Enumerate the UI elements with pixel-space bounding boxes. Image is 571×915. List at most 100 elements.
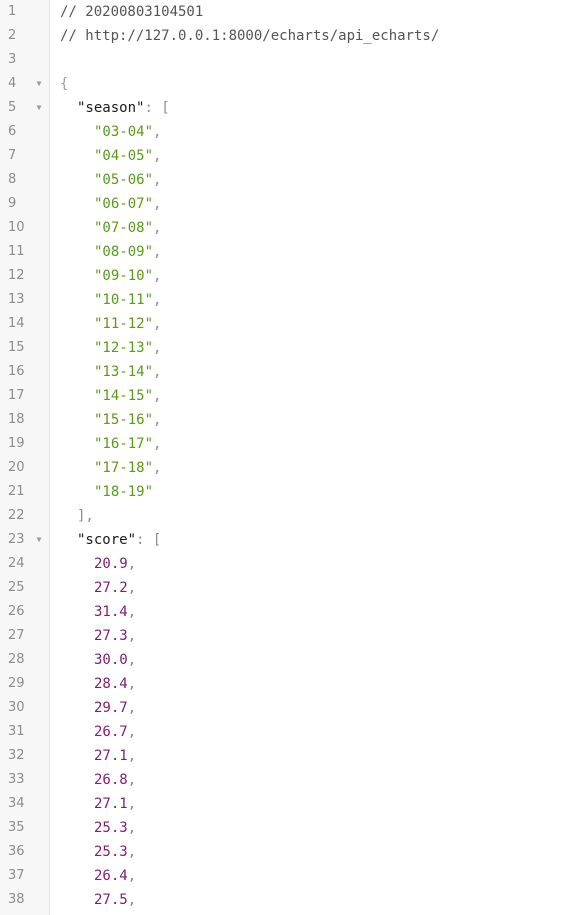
code-content: "06-07",: [94, 192, 161, 216]
json-viewer: 1 // 20200803104501 2 // http://127.0.0.1:8…: [0, 0, 571, 915]
punctuation-token: ,: [153, 388, 162, 404]
code-content: 30.0,: [94, 648, 136, 672]
punctuation-token: : [: [136, 532, 162, 548]
fold-triangle-down-icon[interactable]: ▼: [33, 528, 45, 552]
code-line: 33 26.8,: [0, 768, 571, 792]
code-content: 27.1,: [94, 792, 136, 816]
line-number: 22: [8, 508, 25, 523]
fold-triangle-down-icon[interactable]: ▼: [33, 96, 45, 120]
string-token: "13-14": [94, 364, 154, 380]
code-line: 11 "08-09",: [0, 240, 571, 264]
code-content: "14-15",: [94, 384, 161, 408]
code-content: "17-18",: [94, 456, 161, 480]
code-content: 26.7,: [94, 720, 136, 744]
punctuation-token: ,: [127, 772, 137, 788]
number-token: 27.1: [94, 796, 128, 812]
punctuation-token: : [: [144, 100, 170, 116]
code-line: 8 "05-06",: [0, 168, 571, 192]
line-number: 10: [8, 220, 25, 235]
code-line: 9 "06-07",: [0, 192, 571, 216]
code-line: 17 "14-15",: [0, 384, 571, 408]
code-content: // http://127.0.0.1:8000/echarts/api_ech…: [60, 24, 439, 48]
punctuation-token: ,: [127, 844, 137, 860]
line-number: 26: [8, 604, 25, 619]
code-line: 20 "17-18",: [0, 456, 571, 480]
number-token: 26.8: [94, 772, 128, 788]
punctuation-token: ,: [127, 796, 137, 812]
code-content: "11-12",: [94, 312, 161, 336]
punctuation-token: ,: [153, 220, 162, 236]
code-line: 24 20.9,: [0, 552, 571, 576]
line-number: 15: [8, 340, 25, 355]
brace-token: {: [60, 76, 69, 92]
line-number: 27: [8, 628, 25, 643]
punctuation-token: ,: [153, 436, 162, 452]
code-line: 22],: [0, 504, 571, 528]
number-token: 20.9: [94, 556, 128, 572]
number-token: 31.4: [94, 604, 128, 620]
line-number: 31: [8, 724, 25, 739]
code-content: 29.7,: [94, 696, 136, 720]
code-content: "03-04",: [94, 120, 161, 144]
number-token: 25.3: [94, 844, 128, 860]
code-line: 10 "07-08",: [0, 216, 571, 240]
string-token: "17-18": [94, 460, 154, 476]
code-line: 18 "15-16",: [0, 408, 571, 432]
string-token: "09-10": [94, 268, 154, 284]
code-line: 12 "09-10",: [0, 264, 571, 288]
punctuation-token: ,: [127, 892, 137, 908]
code-line: 7 "04-05",: [0, 144, 571, 168]
code-content: 26.4,: [94, 864, 136, 888]
code-line: 2 // http://127.0.0.1:8000/echarts/api_ec…: [0, 24, 571, 48]
code-content: 28.4,: [94, 672, 136, 696]
line-number: 33: [8, 772, 25, 787]
code-line: 32 27.1,: [0, 744, 571, 768]
string-token: "07-08": [94, 220, 154, 236]
code-line: 3: [0, 48, 571, 72]
code-line: 27 27.3,: [0, 624, 571, 648]
line-number: 2: [8, 28, 17, 43]
line-number: 13: [8, 292, 25, 307]
fold-triangle-down-icon[interactable]: ▼: [33, 72, 45, 96]
punctuation-token: ,: [153, 148, 162, 164]
code-content: "score": [: [77, 528, 161, 552]
line-number: 37: [8, 868, 25, 883]
line-number: 21: [8, 484, 25, 499]
line-number: 28: [8, 652, 25, 667]
code-content: // 20200803104501: [60, 0, 203, 24]
code-line: 21 "18-19": [0, 480, 571, 504]
code-line: 28 30.0,: [0, 648, 571, 672]
punctuation-token: ,: [153, 412, 162, 428]
line-number: 3: [8, 52, 17, 67]
line-number: 29: [8, 676, 25, 691]
line-number: 30: [8, 700, 25, 715]
code-lines: 1 // 20200803104501 2 // http://127.0.0.1:8…: [0, 0, 571, 912]
line-number: 35: [8, 820, 25, 835]
code-content: "15-16",: [94, 408, 161, 432]
code-content: 31.4,: [94, 600, 136, 624]
punctuation-token: ,: [127, 748, 137, 764]
number-token: 27.1: [94, 748, 128, 764]
code-content: ],: [77, 504, 94, 528]
number-token: 25.3: [94, 820, 128, 836]
key-token: "season": [77, 100, 145, 116]
number-token: 29.7: [94, 700, 128, 716]
line-number: 1: [8, 4, 17, 19]
line-number: 34: [8, 796, 25, 811]
key-token: "score": [77, 532, 137, 548]
string-token: "08-09": [94, 244, 154, 260]
code-line: 25 27.2,: [0, 576, 571, 600]
line-number: 38: [8, 892, 25, 907]
punctuation-token: ,: [153, 124, 162, 140]
code-line: 35 25.3,: [0, 816, 571, 840]
line-number: 11: [8, 244, 25, 259]
string-token: "14-15": [94, 388, 154, 404]
number-token: 27.3: [94, 628, 128, 644]
string-token: "12-13": [94, 340, 154, 356]
code-line: 13 "10-11",: [0, 288, 571, 312]
number-token: 27.5: [94, 892, 128, 908]
punctuation-token: ,: [127, 724, 137, 740]
punctuation-token: ,: [153, 340, 162, 356]
code-content: 26.8,: [94, 768, 136, 792]
code-content: "08-09",: [94, 240, 161, 264]
